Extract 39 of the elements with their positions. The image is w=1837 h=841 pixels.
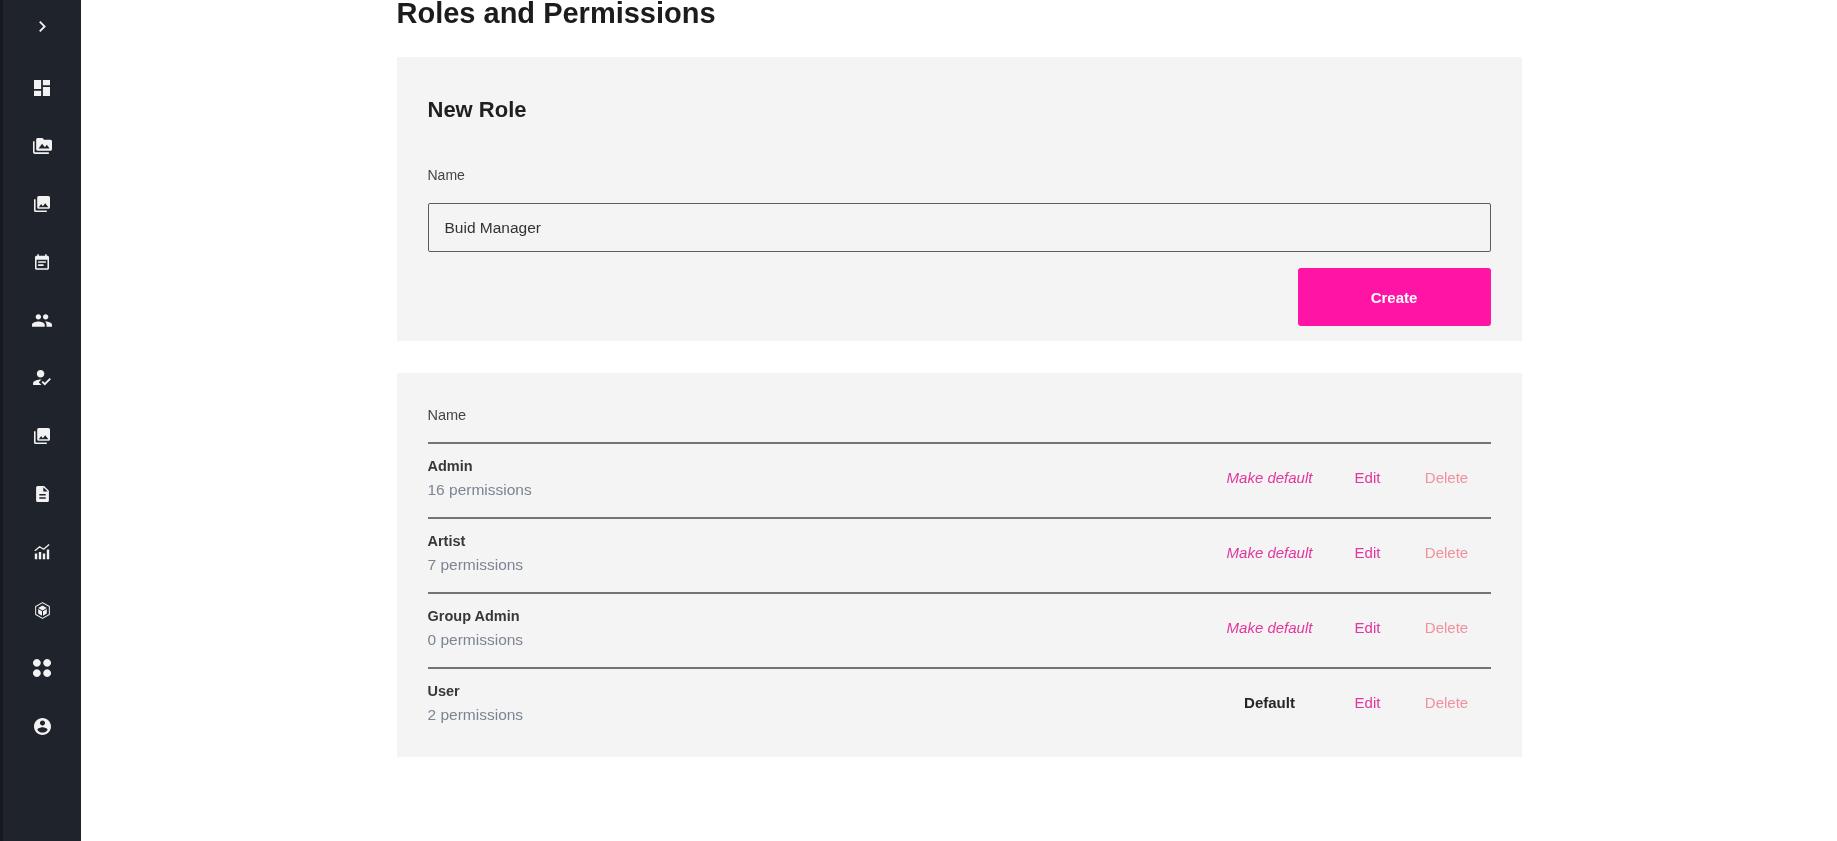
create-button[interactable]: Create bbox=[1297, 268, 1491, 326]
photo-gallery-icon[interactable] bbox=[34, 196, 50, 212]
delete-link[interactable]: Delete bbox=[1424, 694, 1469, 712]
edit-link[interactable]: Edit bbox=[1354, 469, 1381, 487]
role-name: Artist bbox=[427, 532, 466, 551]
calendar-icon[interactable] bbox=[35, 254, 49, 270]
name-input[interactable]: Buid Manager bbox=[427, 203, 1491, 252]
edit-link[interactable]: Edit bbox=[1354, 619, 1381, 637]
photo-folder-icon[interactable] bbox=[32, 138, 52, 154]
make-default-link[interactable]: Make default bbox=[1226, 469, 1313, 487]
edit-link[interactable]: Edit bbox=[1354, 694, 1381, 712]
column-header: Name bbox=[427, 406, 467, 424]
edit-link[interactable]: Edit bbox=[1354, 544, 1381, 562]
delete-link[interactable]: Delete bbox=[1424, 469, 1469, 487]
chevron-right-icon[interactable] bbox=[38, 20, 46, 32]
four-dots-icon[interactable] bbox=[33, 659, 51, 677]
bar-chart-icon[interactable] bbox=[34, 544, 50, 560]
permission-count: 2 permissions bbox=[427, 705, 524, 725]
people-icon[interactable] bbox=[32, 313, 52, 327]
document-icon[interactable] bbox=[35, 486, 49, 502]
role-name: Group Admin bbox=[427, 607, 520, 626]
permission-count: 7 permissions bbox=[427, 555, 524, 575]
page-title: Roles and Permissions bbox=[396, 0, 717, 28]
person-check-icon[interactable] bbox=[33, 370, 51, 386]
dashboard-icon[interactable] bbox=[34, 80, 50, 96]
cube-icon[interactable] bbox=[34, 601, 50, 619]
delete-link[interactable]: Delete bbox=[1424, 619, 1469, 637]
name-label: Name bbox=[427, 166, 466, 184]
permission-count: 16 permissions bbox=[427, 480, 532, 500]
default-label: Default bbox=[1244, 694, 1295, 712]
new-role-title: New Role bbox=[427, 97, 528, 123]
delete-link[interactable]: Delete bbox=[1424, 544, 1469, 562]
make-default-link[interactable]: Make default bbox=[1226, 619, 1313, 637]
photo-gallery-icon[interactable] bbox=[34, 428, 50, 444]
make-default-link[interactable]: Make default bbox=[1226, 544, 1313, 562]
permission-count: 0 permissions bbox=[427, 630, 524, 650]
role-name: User bbox=[427, 682, 460, 701]
account-icon[interactable] bbox=[33, 717, 51, 735]
role-name: Admin bbox=[427, 457, 473, 476]
